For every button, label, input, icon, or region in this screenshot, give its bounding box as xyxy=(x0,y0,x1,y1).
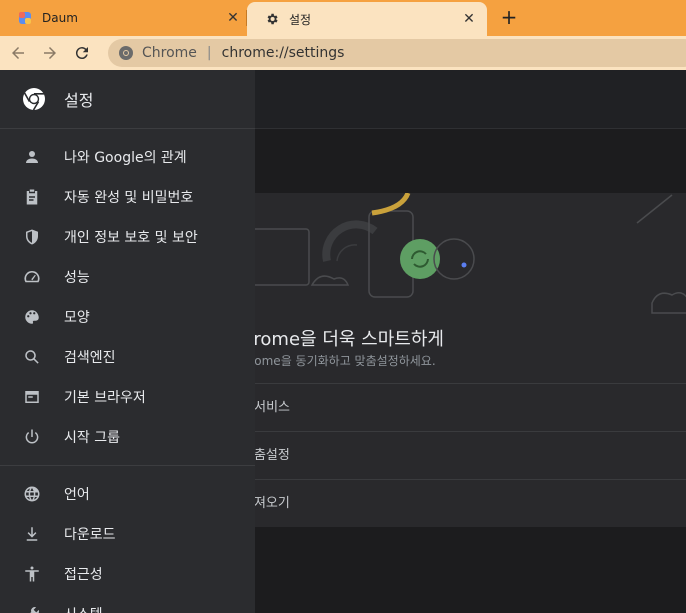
nav-item-search-engine[interactable]: 검색엔진 xyxy=(0,337,255,377)
globe-icon xyxy=(22,484,42,504)
settings-row[interactable]: 가져오기 xyxy=(232,479,686,527)
url-text[interactable]: chrome://settings xyxy=(222,45,345,61)
nav-item-label: 자동 완성 및 비밀번호 xyxy=(64,190,194,206)
nav-divider xyxy=(0,465,255,466)
nav-item-label: 기본 브라우저 xyxy=(64,390,146,406)
tab-title: Daum xyxy=(42,11,78,25)
nav-item-accessibility[interactable]: 접근성 xyxy=(0,554,255,594)
close-icon[interactable]: ✕ xyxy=(225,10,241,26)
nav-item-label: 다운로드 xyxy=(64,527,116,543)
nav-item-system[interactable]: 시스템 xyxy=(0,594,255,613)
sync-subtitle: hrome을 동기화하고 맞춤설정하세요. xyxy=(242,354,436,368)
nav-item-label: 모양 xyxy=(64,310,90,326)
settings-row[interactable]: 맞춤설정 xyxy=(232,431,686,479)
forward-arrow-icon xyxy=(44,47,56,59)
nav-item-languages[interactable]: 언어 xyxy=(0,474,255,514)
sync-heading: hrome을 더욱 스마트하게 xyxy=(242,329,444,350)
reload-button[interactable] xyxy=(68,39,96,67)
drawer-title: 설정 xyxy=(64,91,94,110)
close-icon[interactable]: ✕ xyxy=(461,11,477,27)
omnibox-divider: | xyxy=(206,45,212,61)
nav-item-label: 시작 그룹 xyxy=(64,430,120,446)
power-icon xyxy=(22,427,42,447)
chrome-logo-icon xyxy=(23,88,45,111)
nav-item-downloads[interactable]: 다운로드 xyxy=(0,514,255,554)
nav-item-you-and-google[interactable]: 나와 Google의 관계 xyxy=(0,137,255,177)
settings-row[interactable]: e 서비스 xyxy=(232,383,686,431)
nav-item-label: 접근성 xyxy=(64,567,103,583)
nav-item-performance[interactable]: 성능 xyxy=(0,257,255,297)
daum-icon xyxy=(18,11,32,25)
nav-item-default-browser[interactable]: 기본 브라우저 xyxy=(0,377,255,417)
nav-item-label: 성능 xyxy=(64,270,90,286)
nav-item-label: 검색엔진 xyxy=(64,350,116,366)
drawer-header: 설정 xyxy=(0,70,255,129)
download-icon xyxy=(22,524,42,544)
tab-title: 설정 xyxy=(289,12,312,27)
address-bar[interactable]: Chrome | chrome://settings xyxy=(108,39,686,67)
omnibox-chip: Chrome xyxy=(142,45,197,61)
reload-icon xyxy=(75,47,88,60)
tab-daum[interactable]: Daum ✕ xyxy=(0,3,247,33)
sync-card: hrome을 더욱 스마트하게 hrome을 동기화하고 맞춤설정하세요. e … xyxy=(232,193,686,527)
shield-icon xyxy=(22,227,42,247)
tab-strip: Daum ✕ 설정 ✕ + xyxy=(0,0,686,36)
toolbar: Chrome | chrome://settings xyxy=(0,36,686,70)
accessibility-icon xyxy=(22,564,42,584)
nav-item-label: 언어 xyxy=(64,487,90,503)
nav-item-on-startup[interactable]: 시작 그룹 xyxy=(0,417,255,457)
gear-icon xyxy=(265,12,279,26)
person-icon xyxy=(22,147,42,167)
settings-drawer: 설정 나와 Google의 관계 자동 완성 및 비밀번호 개인 정보 보호 및… xyxy=(0,70,255,613)
back-arrow-icon xyxy=(12,47,24,59)
nav-item-autofill[interactable]: 자동 완성 및 비밀번호 xyxy=(0,177,255,217)
tab-settings[interactable]: 설정 ✕ xyxy=(247,2,487,36)
browser-window-icon xyxy=(22,387,42,407)
speedometer-icon xyxy=(22,267,42,287)
nav-item-appearance[interactable]: 모양 xyxy=(0,297,255,337)
nav-item-label: 나와 Google의 관계 xyxy=(64,150,187,166)
new-tab-button[interactable]: + xyxy=(498,6,520,28)
forward-button[interactable] xyxy=(36,39,64,67)
clipboard-icon xyxy=(22,187,42,207)
hero-illustration xyxy=(236,193,686,314)
nav-item-label: 시스템 xyxy=(64,604,103,613)
back-button[interactable] xyxy=(4,39,32,67)
wrench-icon xyxy=(22,604,42,613)
nav-item-label: 개인 정보 보호 및 보안 xyxy=(64,230,198,246)
nav-item-privacy[interactable]: 개인 정보 보호 및 보안 xyxy=(0,217,255,257)
chrome-site-icon xyxy=(118,45,134,61)
search-icon xyxy=(22,347,42,367)
palette-icon xyxy=(22,307,42,327)
